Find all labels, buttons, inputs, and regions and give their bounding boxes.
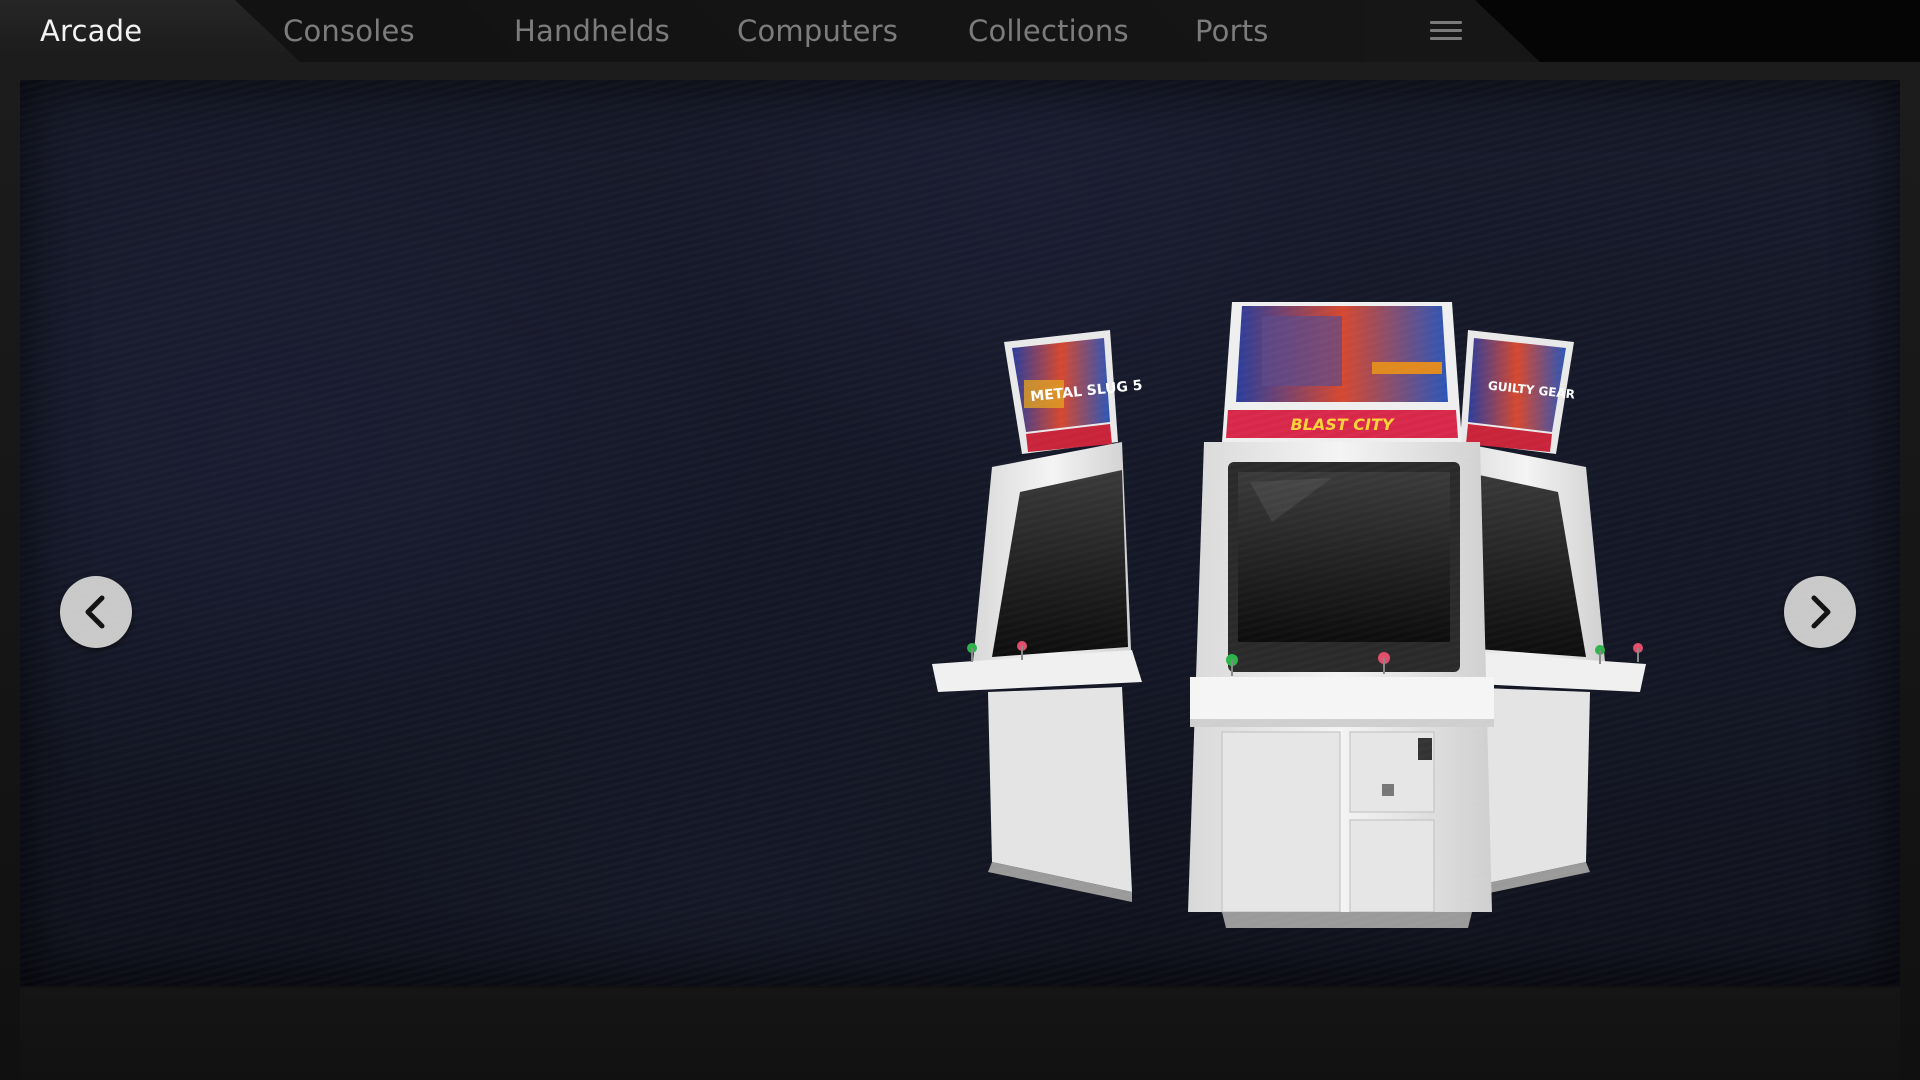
previous-button[interactable] bbox=[60, 576, 132, 648]
tab-label: Handhelds bbox=[514, 14, 670, 48]
hamburger-menu-icon bbox=[1430, 21, 1462, 41]
tab-menu[interactable] bbox=[1365, 0, 1540, 62]
app-window: Ports Collections Computers Handhelds Co… bbox=[0, 0, 1920, 1080]
next-button[interactable] bbox=[1784, 576, 1856, 648]
chevron-right-icon bbox=[1811, 595, 1831, 629]
hero-banner: METAL SLUG 5 GUILTY GEAR BLAST CITY bbox=[20, 80, 1900, 986]
tab-label: Consoles bbox=[283, 14, 415, 48]
tab-label: Computers bbox=[737, 14, 899, 48]
chevron-left-icon bbox=[85, 595, 105, 629]
center-marquee-text: BLAST CITY bbox=[1291, 415, 1395, 434]
center-cabinet: BLAST CITY bbox=[1188, 302, 1494, 928]
arcade-cabinets-illustration: METAL SLUG 5 GUILTY GEAR BLAST CITY bbox=[932, 302, 1646, 928]
tab-label: Arcade bbox=[40, 14, 143, 48]
left-cabinet: METAL SLUG 5 bbox=[932, 330, 1143, 902]
tab-label: Ports bbox=[1195, 14, 1269, 48]
system-category-tabs: Ports Collections Computers Handhelds Co… bbox=[0, 0, 1920, 62]
bottom-info-bar bbox=[20, 988, 1900, 1080]
tab-label: Collections bbox=[968, 14, 1129, 48]
